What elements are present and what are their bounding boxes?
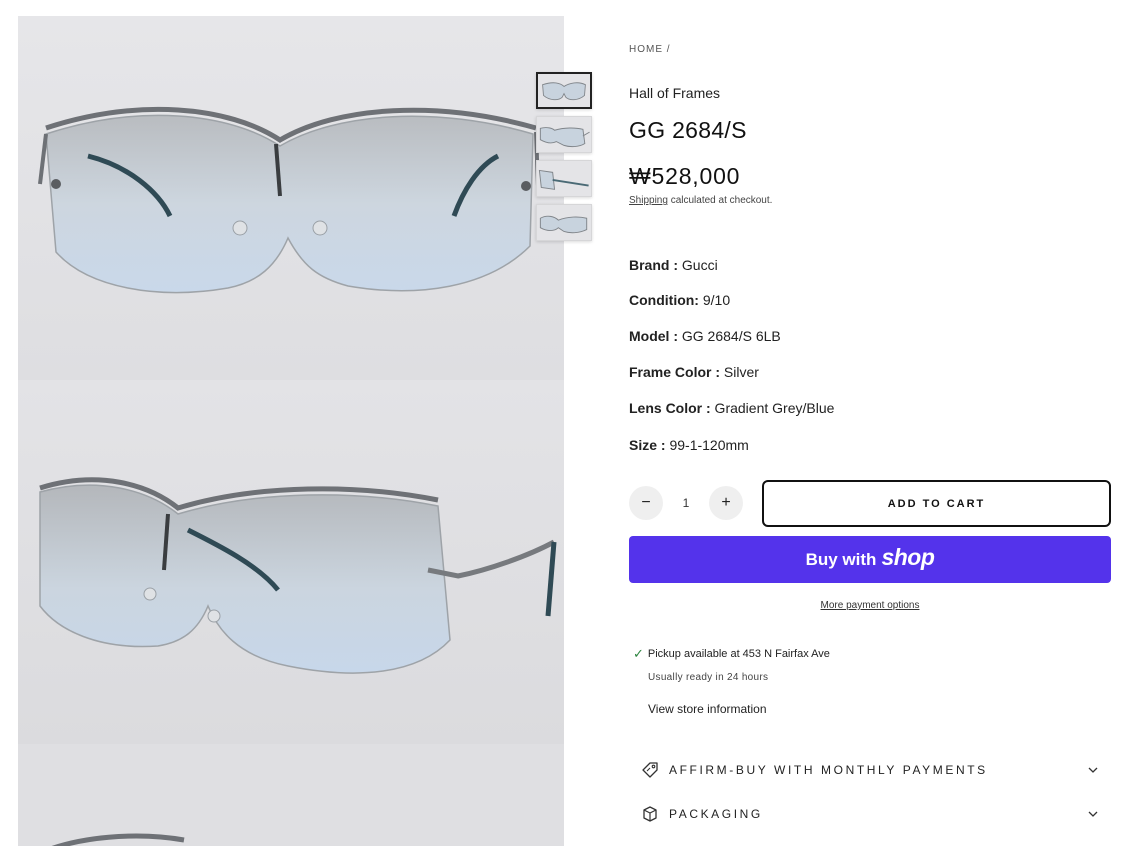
thumbnail-4[interactable] [536, 204, 592, 241]
spec-lens-color: Lens Color : Gradient Grey/Blue [629, 400, 834, 416]
spec-label: Brand : [629, 257, 678, 273]
thumbnail-3[interactable] [536, 160, 592, 197]
sunglasses-thumb-icon [539, 74, 589, 107]
shop-logo: shop [881, 544, 935, 570]
chevron-down-icon [1087, 808, 1099, 820]
spec-value: 99-1-120mm [665, 437, 749, 453]
spec-size: Size : 99-1-120mm [629, 437, 749, 453]
view-store-information-link[interactable]: View store information [648, 702, 767, 716]
breadcrumb[interactable]: HOME / [629, 44, 671, 55]
quantity-increase-button[interactable]: + [709, 486, 743, 520]
pickup-text: Pickup available at 453 N Fairfax Ave [647, 648, 830, 660]
tag-icon [641, 761, 659, 779]
quantity-stepper: − 1 + [629, 484, 743, 522]
thumbnail-2[interactable] [536, 116, 592, 153]
product-image-front[interactable] [18, 16, 564, 380]
product-image-side[interactable] [18, 744, 564, 846]
sunglasses-thumb-icon [537, 205, 591, 240]
spec-value: 9/10 [698, 292, 731, 308]
spec-label: Model : [629, 328, 678, 344]
spec-value: Gradient Grey/Blue [710, 400, 835, 416]
pickup-availability: ✓ Pickup available at 453 N Fairfax Ave [633, 646, 830, 662]
thumbnail-1[interactable] [536, 72, 592, 109]
accordion-packaging[interactable]: PACKAGING [641, 802, 1099, 826]
shipping-note-text: calculated at checkout. [667, 195, 773, 206]
spec-value: Gucci [678, 257, 718, 273]
sunglasses-thumb-icon [537, 117, 591, 152]
accordion-affirm[interactable]: AFFIRM-BUY WITH MONTHLY PAYMENTS [641, 758, 1099, 782]
pickup-ready-time: Usually ready in 24 hours [648, 672, 769, 683]
buy-with-shop-button[interactable]: Buy with shop [629, 536, 1111, 583]
add-to-cart-button[interactable]: ADD TO CART [762, 480, 1111, 527]
sunglasses-angle-image [39, 477, 557, 674]
sunglasses-side-image [51, 833, 185, 846]
spec-frame-color: Frame Color : Silver [629, 364, 759, 380]
vendor-name: Hall of Frames [629, 85, 721, 101]
spec-label: Frame Color : [629, 364, 721, 380]
accordion-label: AFFIRM-BUY WITH MONTHLY PAYMENTS [669, 763, 988, 777]
chevron-down-icon [1087, 764, 1099, 776]
spec-label: Condition: [629, 292, 699, 308]
spec-label: Size : [629, 437, 666, 453]
product-image-angle[interactable] [18, 380, 564, 744]
sunglasses-thumb-icon [537, 161, 591, 196]
check-icon: ✓ [633, 646, 644, 661]
buy-with-label: Buy with [805, 549, 877, 569]
shipping-note: Shipping calculated at checkout. [629, 195, 772, 206]
shipping-link[interactable]: Shipping [629, 195, 668, 206]
thumbnail-strip [536, 72, 592, 248]
spec-condition: Condition: 9/10 [629, 292, 730, 308]
spec-value: Silver [720, 364, 759, 380]
box-icon [641, 805, 659, 823]
quantity-input[interactable]: 1 [683, 496, 690, 510]
accordion-label: PACKAGING [669, 807, 763, 821]
spec-brand: Brand : Gucci [629, 257, 718, 273]
spec-label: Lens Color : [629, 400, 711, 416]
more-payment-options: More payment options [629, 600, 1111, 611]
spec-value: GG 2684/S 6LB [678, 328, 781, 344]
sunglasses-front-image [38, 106, 540, 294]
quantity-decrease-button[interactable]: − [629, 486, 663, 520]
more-payment-options-link[interactable]: More payment options [821, 600, 920, 611]
product-title: GG 2684/S [629, 117, 747, 143]
product-price: ₩528,000 [629, 163, 741, 189]
spec-model: Model : GG 2684/S 6LB [629, 328, 781, 344]
product-gallery [18, 16, 564, 846]
